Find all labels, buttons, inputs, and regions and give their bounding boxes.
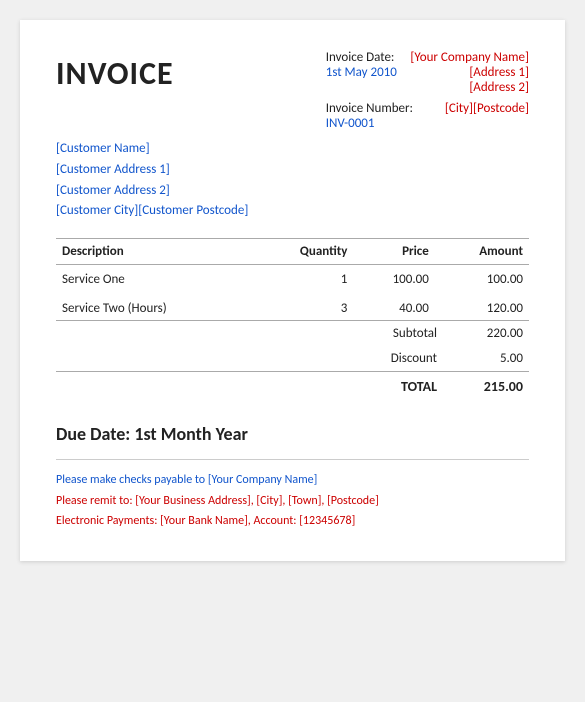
- row2-quantity: 3: [253, 294, 353, 321]
- row2-amount: 120.00: [435, 294, 529, 321]
- due-date-section: Due Date: 1st Month Year: [56, 423, 529, 445]
- invoice-title-block: INVOICE: [56, 50, 326, 93]
- row1-description: Service One: [56, 265, 253, 295]
- total-row: TOTAL 215.00: [56, 371, 529, 401]
- customer-name: [Customer Name]: [56, 139, 529, 160]
- col-header-description: Description: [56, 239, 253, 265]
- subtotal-row: Subtotal 220.00: [56, 321, 529, 346]
- company-name-value: [Your Company Name]: [410, 50, 529, 65]
- invoice-date-row: Invoice Date: [Your Company Name]: [326, 50, 529, 65]
- payment-line2: Please remit to: [Your Business Address]…: [56, 491, 529, 511]
- payment-line1: Please make checks payable to [Your Comp…: [56, 470, 529, 490]
- invoice-number-row: Invoice Number: [City][Postcode]: [326, 101, 529, 116]
- col-header-price: Price: [353, 239, 434, 265]
- table-header-row: Description Quantity Price Amount: [56, 239, 529, 265]
- payment-info: Please make checks payable to [Your Comp…: [56, 459, 529, 531]
- subtotal-value: 220.00: [453, 326, 523, 341]
- total-label: TOTAL: [363, 378, 453, 395]
- row1-price: 100.00: [353, 265, 434, 295]
- invoice-meta-block: Invoice Date: [Your Company Name] 1st Ma…: [326, 50, 529, 131]
- company-address2: [Address 2]: [469, 80, 529, 95]
- row1-quantity: 1: [253, 265, 353, 295]
- due-date-text: Due Date: 1st Month Year: [56, 423, 529, 445]
- customer-address2: [Customer Address 2]: [56, 181, 529, 202]
- payment-line3: Electronic Payments: [Your Bank Name], A…: [56, 511, 529, 531]
- customer-city: [Customer City][Customer Postcode]: [56, 201, 529, 222]
- total-value: 215.00: [453, 378, 523, 395]
- top-section: INVOICE Invoice Date: [Your Company Name…: [56, 50, 529, 131]
- table-row: Service One 1 100.00 100.00: [56, 265, 529, 295]
- col-header-quantity: Quantity: [253, 239, 353, 265]
- discount-value: 5.00: [453, 351, 523, 366]
- col-header-amount: Amount: [435, 239, 529, 265]
- invoice-number-label: Invoice Number:: [326, 101, 413, 116]
- subtotal-section: Subtotal 220.00 Discount 5.00 TOTAL 215.…: [56, 321, 529, 401]
- company-address1: [Address 1]: [469, 65, 529, 80]
- row2-description: Service Two (Hours): [56, 294, 253, 321]
- invoice-title: INVOICE: [56, 54, 326, 93]
- discount-label: Discount: [363, 351, 453, 366]
- row1-amount: 100.00: [435, 265, 529, 295]
- discount-row: Discount 5.00: [56, 346, 529, 371]
- customer-block: [Customer Name] [Customer Address 1] [Cu…: [56, 139, 529, 222]
- invoice-number-value: INV-0001: [326, 116, 375, 131]
- company-name: [Your Company Name]: [410, 50, 529, 65]
- row2-price: 40.00: [353, 294, 434, 321]
- table-row: Service Two (Hours) 3 40.00 120.00: [56, 294, 529, 321]
- company-city: [City][Postcode]: [445, 101, 529, 116]
- invoice-date-label: Invoice Date:: [326, 50, 395, 65]
- invoice-date-value: 1st May 2010: [326, 65, 397, 80]
- customer-address1: [Customer Address 1]: [56, 160, 529, 181]
- subtotal-label: Subtotal: [363, 326, 453, 341]
- invoice-date-value-row: 1st May 2010 [Address 1]: [326, 65, 529, 80]
- invoice-page: INVOICE Invoice Date: [Your Company Name…: [20, 20, 565, 561]
- mid-section: [Customer Name] [Customer Address 1] [Cu…: [56, 139, 529, 222]
- invoice-table: Description Quantity Price Amount Servic…: [56, 238, 529, 321]
